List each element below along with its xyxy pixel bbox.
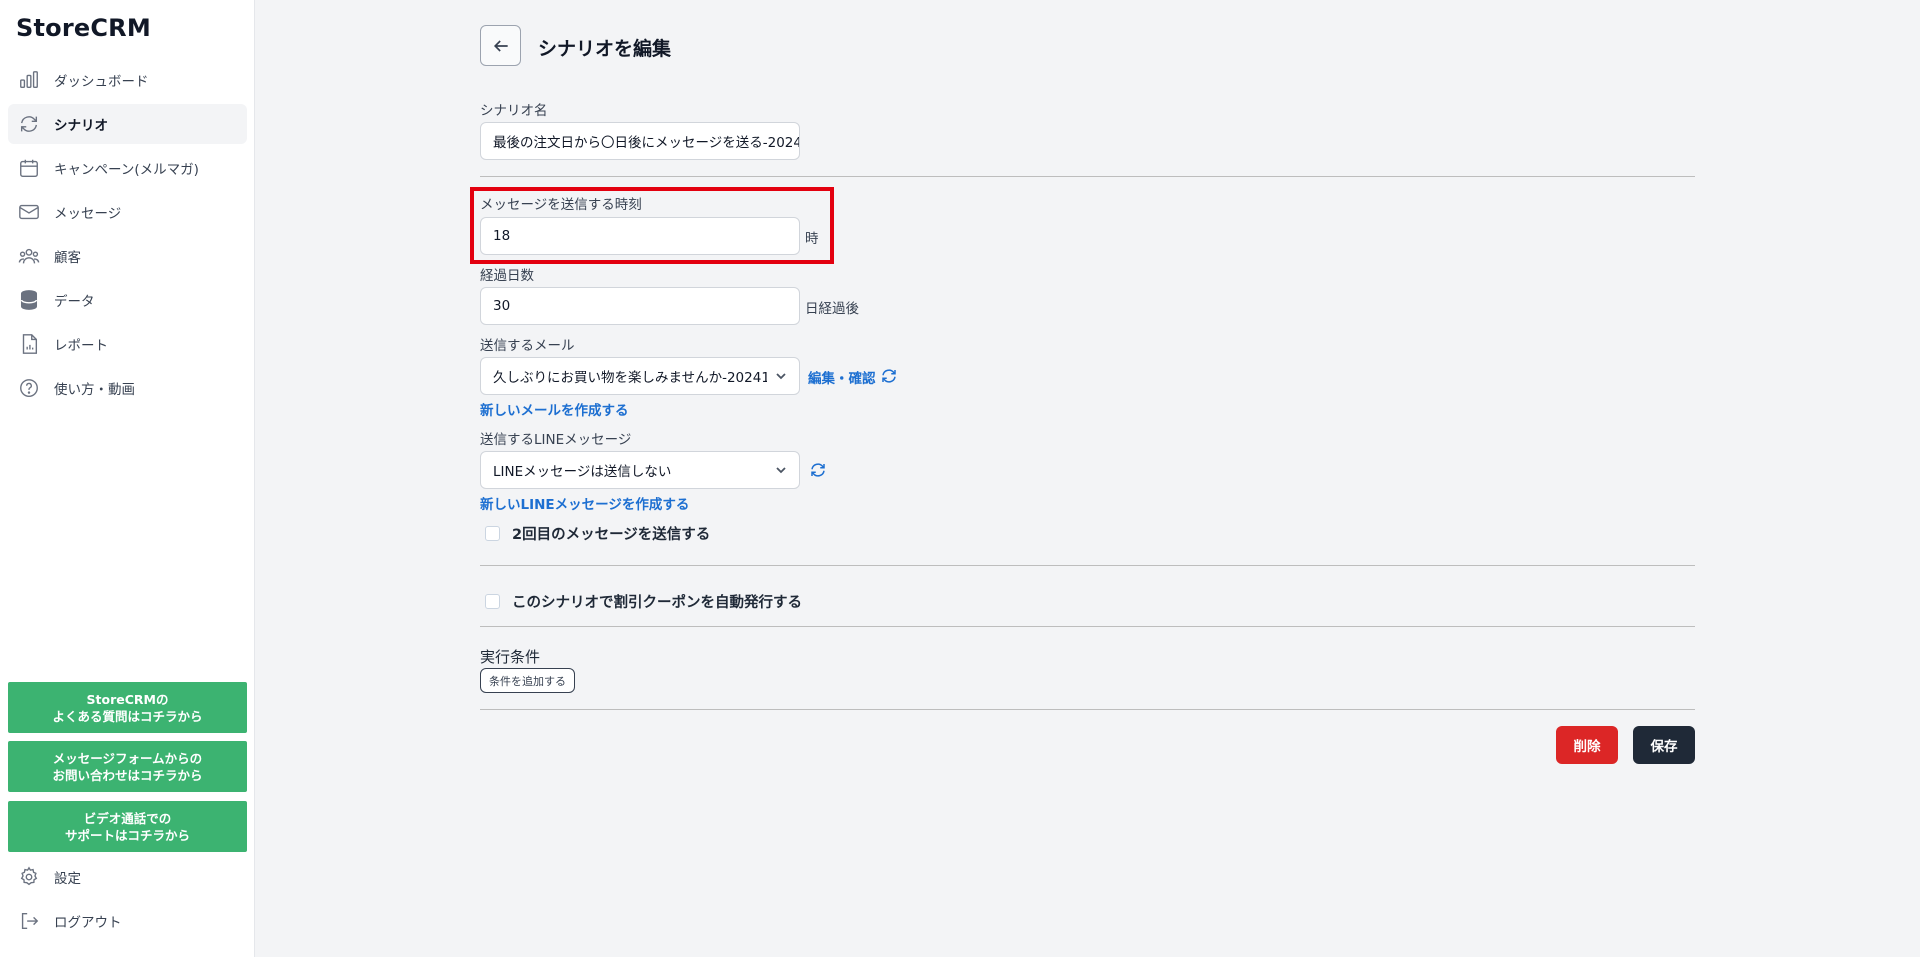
elapsed-days-suffix: 日経過後 — [805, 301, 859, 317]
help-icon — [18, 377, 40, 399]
create-line-link[interactable]: 新しいLINEメッセージを作成する — [480, 493, 689, 513]
sidebar-item-settings[interactable]: 設定 — [8, 857, 247, 897]
save-button[interactable]: 保存 — [1633, 726, 1695, 764]
sidebar-item-label: メッセージ — [54, 206, 122, 222]
elapsed-days-input[interactable]: 30 — [480, 287, 800, 325]
divider — [480, 626, 1695, 627]
sidebar-item-report[interactable]: レポート — [8, 324, 247, 364]
refresh-icon — [18, 113, 40, 135]
back-button[interactable] — [480, 25, 521, 66]
line-refresh-icon[interactable] — [809, 461, 827, 479]
divider — [480, 565, 1695, 566]
users-icon — [18, 245, 40, 267]
second-message-checkbox[interactable] — [485, 526, 500, 541]
email-select[interactable]: 久しぶりにお買い物を楽しみませんか-20241123 — [480, 357, 800, 395]
coupon-checkbox[interactable] — [485, 594, 500, 609]
report-icon — [18, 333, 40, 355]
second-message-row[interactable]: 2回目のメッセージを送信する — [485, 523, 710, 544]
database-icon — [18, 289, 40, 311]
email-refresh-icon[interactable] — [880, 367, 898, 385]
sidebar-item-data[interactable]: データ — [8, 280, 247, 320]
app-logo[interactable]: StoreCRM — [16, 14, 151, 42]
chevron-down-icon — [776, 467, 786, 474]
sidebar-item-label: シナリオ — [54, 118, 108, 134]
scenario-name-label: シナリオ名 — [480, 103, 548, 119]
sidebar-item-label: ログアウト — [54, 915, 122, 931]
video-support-button[interactable]: ビデオ通話での サポートはコチラから — [8, 801, 247, 852]
send-time-input[interactable]: 18 — [480, 217, 800, 255]
divider — [480, 709, 1695, 710]
create-email-link[interactable]: 新しいメールを作成する — [480, 399, 629, 419]
sidebar-item-label: 使い方・動画 — [54, 382, 135, 398]
line-label: 送信するLINEメッセージ — [480, 432, 632, 448]
coupon-label: このシナリオで割引クーポンを自動発行する — [512, 595, 802, 611]
second-message-label: 2回目のメッセージを送信する — [512, 527, 711, 543]
delete-button[interactable]: 削除 — [1556, 726, 1618, 764]
scenario-name-input[interactable]: 最後の注文日から〇日後にメッセージを送る-202411 — [480, 122, 800, 160]
coupon-row[interactable]: このシナリオで割引クーポンを自動発行する — [485, 591, 802, 612]
send-time-suffix: 時 — [805, 231, 819, 247]
send-time-label: メッセージを送信する時刻 — [480, 197, 642, 213]
gear-icon — [18, 866, 40, 888]
logout-icon — [18, 910, 40, 932]
sidebar-item-label: 設定 — [54, 871, 81, 887]
sidebar-item-campaign[interactable]: キャンペーン(メルマガ) — [8, 148, 247, 188]
sidebar-item-help[interactable]: 使い方・動画 — [8, 368, 247, 408]
faq-button[interactable]: StoreCRMの よくある質問はコチラから — [8, 682, 247, 733]
calendar-icon — [18, 157, 40, 179]
sidebar-item-message[interactable]: メッセージ — [8, 192, 247, 232]
sidebar-item-label: ダッシュボード — [54, 74, 149, 90]
bar-chart-icon — [18, 69, 40, 91]
divider — [480, 176, 1695, 177]
sidebar-item-dashboard[interactable]: ダッシュボード — [8, 60, 247, 100]
contact-form-button[interactable]: メッセージフォームからの お問い合わせはコチラから — [8, 741, 247, 792]
sidebar-item-label: レポート — [54, 338, 108, 354]
conditions-title: 実行条件 — [480, 648, 541, 666]
sidebar-item-scenario[interactable]: シナリオ — [8, 104, 247, 144]
sidebar-item-label: キャンペーン(メルマガ) — [54, 162, 199, 178]
sidebar-nav: ダッシュボード シナリオ キャンペーン(メルマガ) メッセージ 顧客 データ レ… — [8, 60, 247, 412]
sidebar-item-label: 顧客 — [54, 250, 81, 266]
chevron-down-icon — [776, 373, 786, 380]
add-condition-button[interactable]: 条件を追加する — [480, 668, 575, 693]
arrow-left-icon — [493, 39, 508, 52]
sidebar-item-label: データ — [54, 294, 95, 310]
page-title: シナリオを編集 — [538, 38, 672, 60]
mail-icon — [18, 201, 40, 223]
sidebar: StoreCRM ダッシュボード シナリオ キャンペーン(メルマガ) メッセージ — [0, 0, 255, 957]
sidebar-item-customers[interactable]: 顧客 — [8, 236, 247, 276]
email-edit-link[interactable]: 編集・確認 — [808, 367, 876, 387]
line-select[interactable]: LINEメッセージは送信しない — [480, 451, 800, 489]
sidebar-bottom-nav: 設定 ログアウト — [8, 857, 247, 945]
sidebar-item-logout[interactable]: ログアウト — [8, 901, 247, 941]
elapsed-days-label: 経過日数 — [480, 268, 534, 284]
email-label: 送信するメール — [480, 338, 575, 354]
